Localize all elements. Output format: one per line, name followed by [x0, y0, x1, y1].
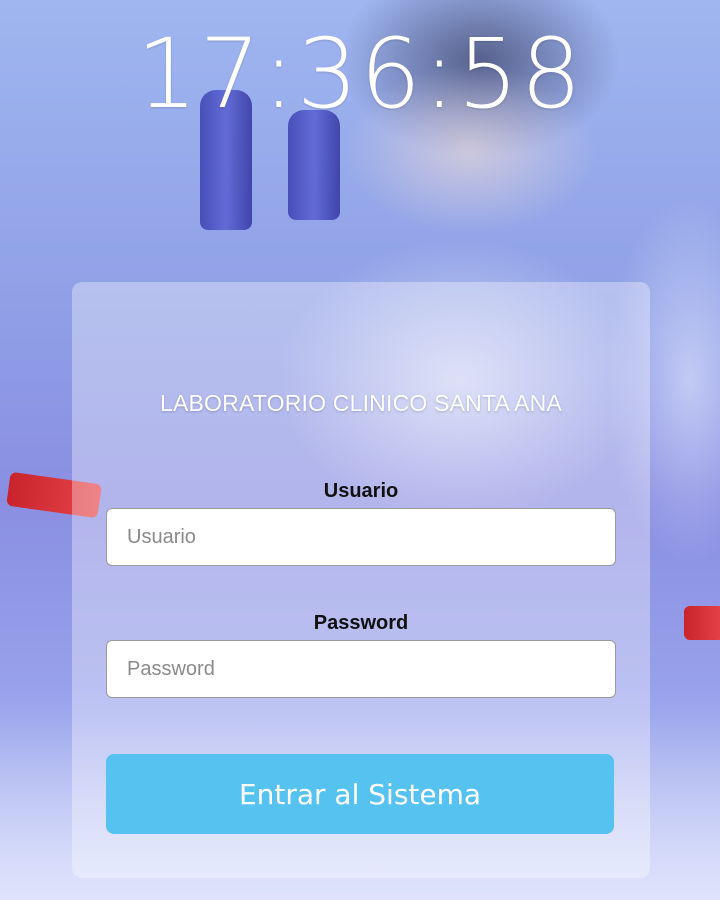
test-tube — [684, 606, 720, 640]
username-label: Usuario — [323, 480, 399, 502]
login-submit-button[interactable]: Entrar al Sistema — [106, 754, 614, 834]
password-label: Password — [313, 612, 409, 634]
lab-title: LABORATORIO CLINICO SANTA ANA — [159, 390, 562, 416]
password-input[interactable] — [106, 640, 616, 698]
login-panel: LABORATORIO CLINICO SANTA ANA Usuario Pa… — [72, 282, 650, 878]
username-input[interactable] — [106, 508, 616, 566]
clock-display: 17:36:58 — [136, 18, 584, 130]
